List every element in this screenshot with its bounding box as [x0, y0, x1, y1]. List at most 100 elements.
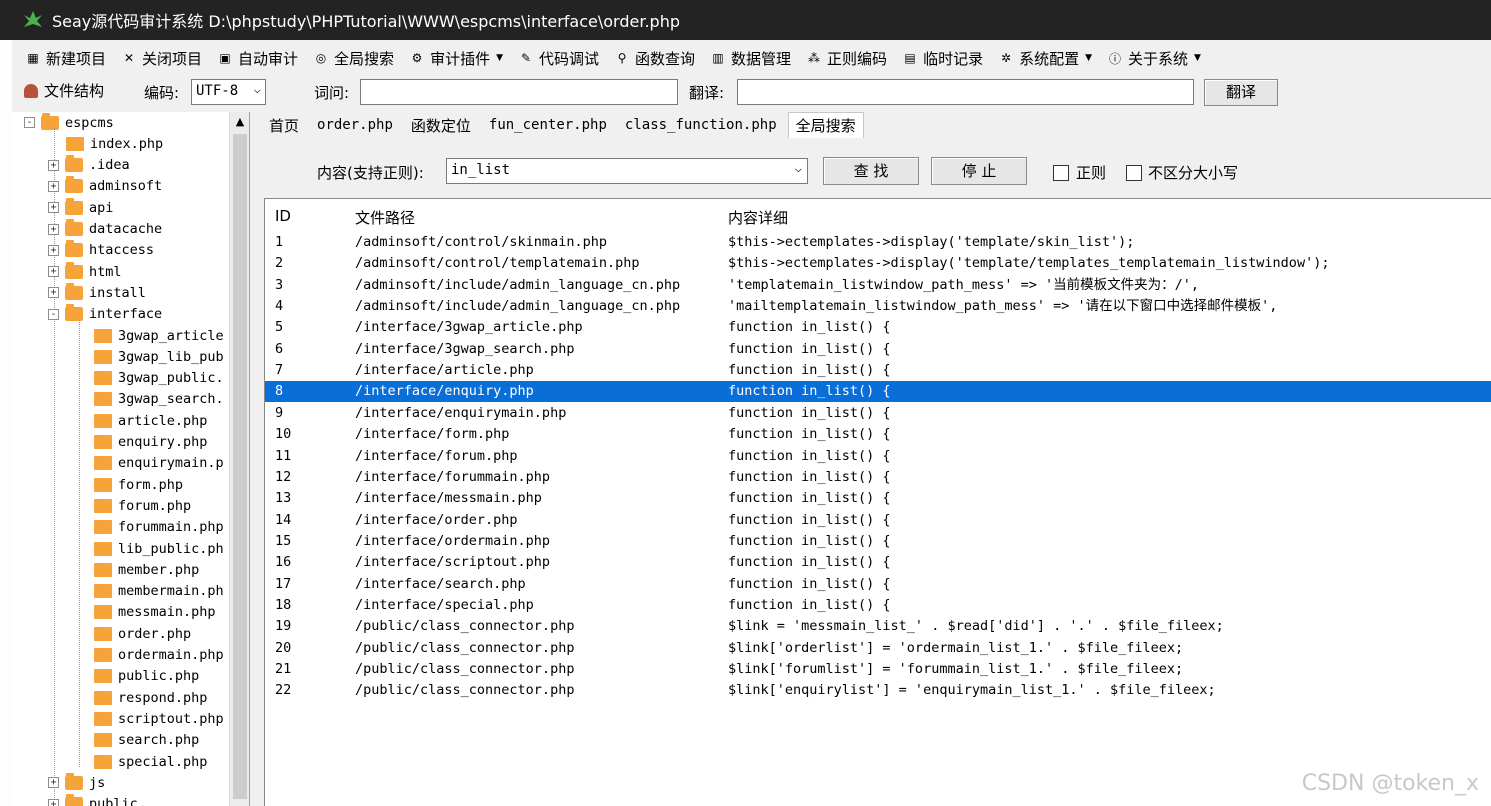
expand-icon[interactable]: + [48, 159, 59, 171]
result-row[interactable]: 17/interface/search.php function in_list(… [265, 574, 1491, 595]
tree-node[interactable]: - espcms [24, 112, 114, 133]
menu-item[interactable]: ▦ 新建项目 [24, 48, 106, 69]
result-row[interactable]: 18/interface/special.php function in_list… [265, 595, 1491, 616]
result-row[interactable]: 4/adminsoft/include/admin_language_cn.ph… [265, 296, 1491, 317]
tree-node[interactable]: order.php [94, 623, 191, 644]
tree-node[interactable]: + html [48, 261, 122, 282]
collapse-icon[interactable]: - [24, 117, 35, 128]
tree-node[interactable]: article.php [94, 410, 207, 431]
encoding-select[interactable]: UTF-8 ⌵ [191, 79, 266, 105]
tree-node[interactable]: index.php [66, 133, 163, 154]
menu-item[interactable]: ◎ 全局搜索 [312, 48, 394, 69]
menu-item[interactable]: ▣ 自动审计 [216, 48, 298, 69]
menu-item[interactable]: ▤ 临时记录 [901, 48, 983, 69]
chevron-down-icon[interactable]: ⌵ [795, 161, 802, 175]
find-button[interactable]: 查 找 [823, 157, 919, 185]
expand-icon[interactable]: + [48, 244, 59, 256]
result-row[interactable]: 8/interface/enquiry.php function in_list(… [265, 381, 1491, 403]
menu-item[interactable]: ✲ 系统配置 ▼ [997, 48, 1092, 69]
case-insensitive-checkbox[interactable] [1126, 165, 1142, 181]
expand-icon[interactable]: + [48, 223, 59, 235]
column-header-detail[interactable]: 内容详细 [728, 207, 788, 228]
result-row[interactable]: 19/public/class_connector.php $link = 'me… [265, 616, 1491, 637]
result-row[interactable]: 12/interface/forummain.php function in_li… [265, 467, 1491, 488]
tree-node[interactable]: enquirymain.p [94, 453, 224, 474]
expand-icon[interactable]: + [48, 798, 59, 806]
tree-node[interactable]: + js [48, 772, 105, 793]
tree-node[interactable]: lib_public.ph [94, 538, 224, 559]
stop-button[interactable]: 停 止 [931, 157, 1027, 185]
tree-node[interactable]: special.php [94, 751, 207, 772]
tree-node[interactable]: public.php [94, 666, 199, 687]
tree-node[interactable]: + install [48, 282, 146, 303]
tree-node[interactable]: membermain.ph [94, 581, 224, 602]
menu-item[interactable]: ▥ 数据管理 [709, 48, 791, 69]
tree-node[interactable]: 3gwap_article [94, 325, 224, 346]
tree-node[interactable]: - interface [48, 304, 162, 325]
result-row[interactable]: 14/interface/order.php function in_list()… [265, 510, 1491, 531]
tab[interactable]: class_function.php [618, 112, 784, 138]
tree-node[interactable]: messmain.php [94, 602, 216, 623]
result-row[interactable]: 20/public/class_connector.php $link['orde… [265, 638, 1491, 659]
column-header-path[interactable]: 文件路径 [355, 207, 415, 228]
expand-icon[interactable]: + [48, 287, 59, 299]
tree-node[interactable]: forummain.php [94, 517, 224, 538]
tab[interactable]: 函数定位 [404, 112, 478, 138]
column-header-id[interactable]: ID [275, 207, 291, 225]
result-row[interactable]: 7/interface/article.php function in_list(… [265, 360, 1491, 381]
scroll-up-icon[interactable]: ▲ [230, 112, 249, 132]
translate-input[interactable] [737, 79, 1194, 105]
tree-node[interactable]: form.php [94, 474, 183, 495]
tree-node[interactable]: member.php [94, 559, 199, 580]
search-input[interactable]: in_list ⌵ [446, 158, 808, 184]
tab[interactable]: order.php [310, 112, 400, 138]
tree-node[interactable]: enquiry.php [94, 432, 207, 453]
tree-node[interactable]: ordermain.php [94, 645, 224, 666]
tree-node[interactable]: + htaccess [48, 240, 154, 261]
result-row[interactable]: 15/interface/ordermain.php function in_li… [265, 531, 1491, 552]
result-row[interactable]: 11/interface/forum.php function in_list()… [265, 446, 1491, 467]
result-row[interactable]: 10/interface/form.php function in_list() … [265, 424, 1491, 445]
tree-node[interactable]: forum.php [94, 495, 191, 516]
menu-item[interactable]: ✕ 关闭项目 [120, 48, 202, 69]
word-input[interactable] [360, 79, 678, 105]
tree-node[interactable]: + api [48, 197, 113, 218]
tree-node[interactable]: + datacache [48, 219, 162, 240]
menu-item[interactable]: ✎ 代码调试 [517, 48, 599, 69]
result-row[interactable]: 16/interface/scriptout.php function in_li… [265, 552, 1491, 573]
expand-icon[interactable]: + [48, 777, 59, 789]
tab[interactable]: 首页 [262, 112, 306, 138]
tree-node[interactable]: + .idea [48, 155, 130, 176]
menu-item[interactable]: ⚲ 函数查询 [613, 48, 695, 69]
result-row[interactable]: 5/interface/3gwap_article.php function in… [265, 317, 1491, 338]
tree-node[interactable]: 3gwap_public. [94, 368, 224, 389]
tree-node[interactable]: scriptout.php [94, 708, 224, 729]
collapse-icon[interactable]: - [48, 308, 59, 320]
result-row[interactable]: 2/adminsoft/control/templatemain.php $thi… [265, 253, 1491, 274]
result-row[interactable]: 13/interface/messmain.php function in_lis… [265, 488, 1491, 509]
result-row[interactable]: 9/interface/enquirymain.php function in_l… [265, 403, 1491, 424]
tree-scrollbar[interactable]: ▲ [229, 112, 249, 806]
expand-icon[interactable]: + [48, 266, 59, 278]
tree-node[interactable]: + adminsoft [48, 176, 162, 197]
menu-item[interactable]: ⚙ 审计插件 ▼ [408, 48, 503, 69]
tab[interactable]: fun_center.php [482, 112, 614, 138]
expand-icon[interactable]: + [48, 202, 59, 214]
menu-item[interactable]: ⓘ 关于系统 ▼ [1106, 48, 1201, 69]
result-row[interactable]: 1/adminsoft/control/skinmain.php $this->e… [265, 232, 1491, 253]
scroll-thumb[interactable] [233, 134, 247, 799]
expand-icon[interactable]: + [48, 180, 59, 192]
result-row[interactable]: 6/interface/3gwap_search.php function in_… [265, 339, 1491, 360]
tree-node[interactable]: 3gwap_lib_pub [94, 346, 224, 367]
menu-item[interactable]: ⁂ 正则编码 [805, 48, 887, 69]
tree-node[interactable]: search.php [94, 730, 199, 751]
result-row[interactable]: 22/public/class_connector.php $link['enqu… [265, 680, 1491, 701]
file-structure-button[interactable]: 文件结构 [24, 80, 104, 101]
tree-node[interactable]: 3gwap_search. [94, 389, 224, 410]
tree-node[interactable]: + public [48, 794, 138, 806]
result-row[interactable]: 21/public/class_connector.php $link['foru… [265, 659, 1491, 680]
tab[interactable]: 全局搜索 [787, 112, 864, 138]
result-row[interactable]: 3/adminsoft/include/admin_language_cn.ph… [265, 275, 1491, 296]
regex-checkbox[interactable] [1053, 165, 1069, 181]
tree-node[interactable]: respond.php [94, 687, 207, 708]
